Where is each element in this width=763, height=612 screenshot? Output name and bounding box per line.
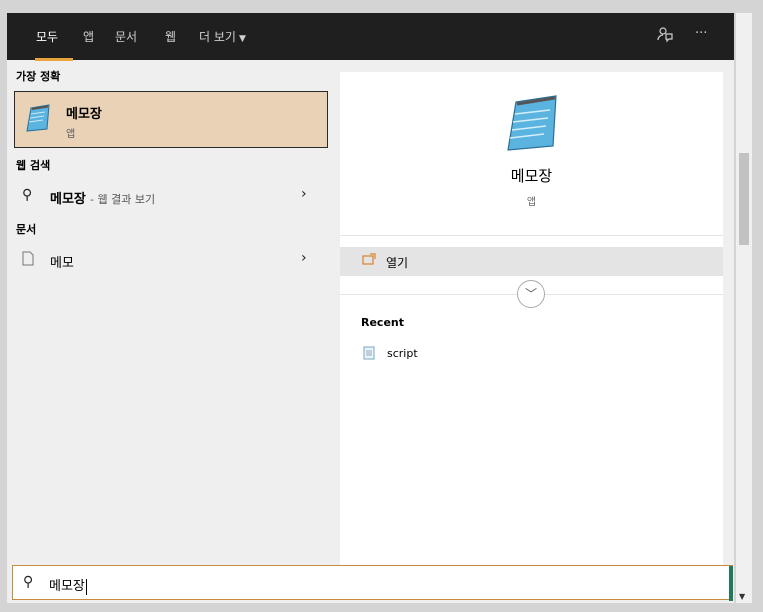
search-icon: ⚲ [22,187,33,203]
text-file-icon [363,345,375,364]
tab-more-label: 더 보기 [199,30,236,44]
web-search-item[interactable]: ⚲ 메모장 - 웹 결과 보기 › [14,184,328,208]
tab-all-label: 모두 [36,30,59,44]
chevron-right-icon: › [301,186,307,202]
scrollbar-thumb[interactable] [739,153,749,245]
best-match-item[interactable]: 메모장 앱 [14,91,328,148]
document-label: 메모 [50,256,74,271]
recent-heading: Recent [361,316,405,329]
search-accent-bar [729,566,733,601]
chevron-down-icon: ﹀ [524,287,537,301]
tab-web[interactable]: 웹 [165,28,176,45]
best-match-type: 앱 [66,129,76,140]
detail-pane: 메모장 앱 열기 ﹀ Recent script [340,72,723,566]
search-icon: ⚲ [23,574,34,590]
document-item[interactable]: 메모 › [14,248,328,272]
search-input-value: 메모장 [49,579,85,594]
text-cursor [85,578,87,595]
recent-item-label: script [387,347,418,360]
more-icon[interactable]: ··· [695,26,707,41]
web-search-suffix: - 웹 결과 보기 [90,193,156,206]
feedback-icon[interactable] [656,25,674,47]
web-search-label: 메모장 - 웹 결과 보기 [50,188,155,207]
web-search-query: 메모장 [50,192,86,207]
notepad-icon [498,92,564,156]
scroll-down-icon[interactable]: ▼ [739,592,745,601]
tab-all[interactable]: 모두 [36,28,58,45]
notepad-icon [23,102,55,138]
open-icon [362,253,376,269]
web-search-heading: 웹 검색 [16,159,51,172]
tab-web-label: 웹 [165,30,177,44]
tab-documents-label: 문서 [115,30,138,44]
open-action[interactable]: 열기 [340,247,723,276]
recent-item[interactable]: script [361,344,561,362]
detail-app-type: 앱 [526,197,537,208]
best-match-name: 메모장 [66,107,102,122]
tab-apps-label: 앱 [83,30,95,44]
filter-tab-bar: 모두 앱 문서 웹 더 보기 ▼ ··· [7,13,734,61]
chevron-right-icon: › [301,250,307,266]
detail-app-name: 메모장 [510,167,553,185]
best-match-heading: 가장 정확 [16,70,61,83]
tab-more[interactable]: 더 보기 ▼ [199,28,246,45]
active-tab-indicator [35,58,73,61]
scrollbar[interactable]: ▼ [736,13,752,603]
tab-documents[interactable]: 문서 [115,28,137,45]
document-icon [22,251,34,270]
open-action-label: 열기 [386,256,409,270]
divider [340,235,723,236]
search-box[interactable]: ⚲ 메모장 [12,565,733,601]
expand-button[interactable]: ﹀ [517,280,545,308]
caret-down-icon: ▼ [238,34,246,44]
tab-apps[interactable]: 앱 [83,28,94,45]
search-input[interactable]: 메모장 [49,575,87,595]
documents-heading: 문서 [16,223,37,236]
